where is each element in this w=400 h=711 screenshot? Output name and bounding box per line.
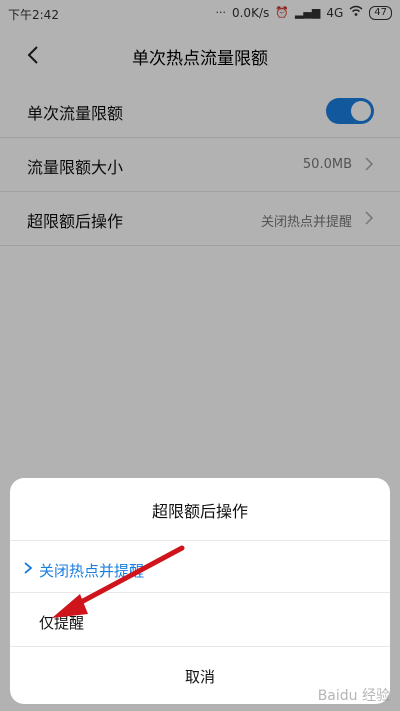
option-remind-only[interactable]: 仅提醒: [10, 592, 390, 648]
chevron-selected-icon: [24, 562, 33, 574]
option-close-hotspot-and-remind[interactable]: 关闭热点并提醒: [10, 540, 390, 596]
option-label: 关闭热点并提醒: [39, 562, 145, 580]
action-sheet-dialog: 超限额后操作 关闭热点并提醒 仅提醒 取消: [10, 478, 390, 704]
watermark: Baidu 经验: [317, 688, 390, 704]
dialog-title: 超限额后操作: [151, 502, 248, 521]
option-label: 仅提醒: [39, 614, 85, 632]
cancel-label: 取消: [184, 668, 215, 686]
